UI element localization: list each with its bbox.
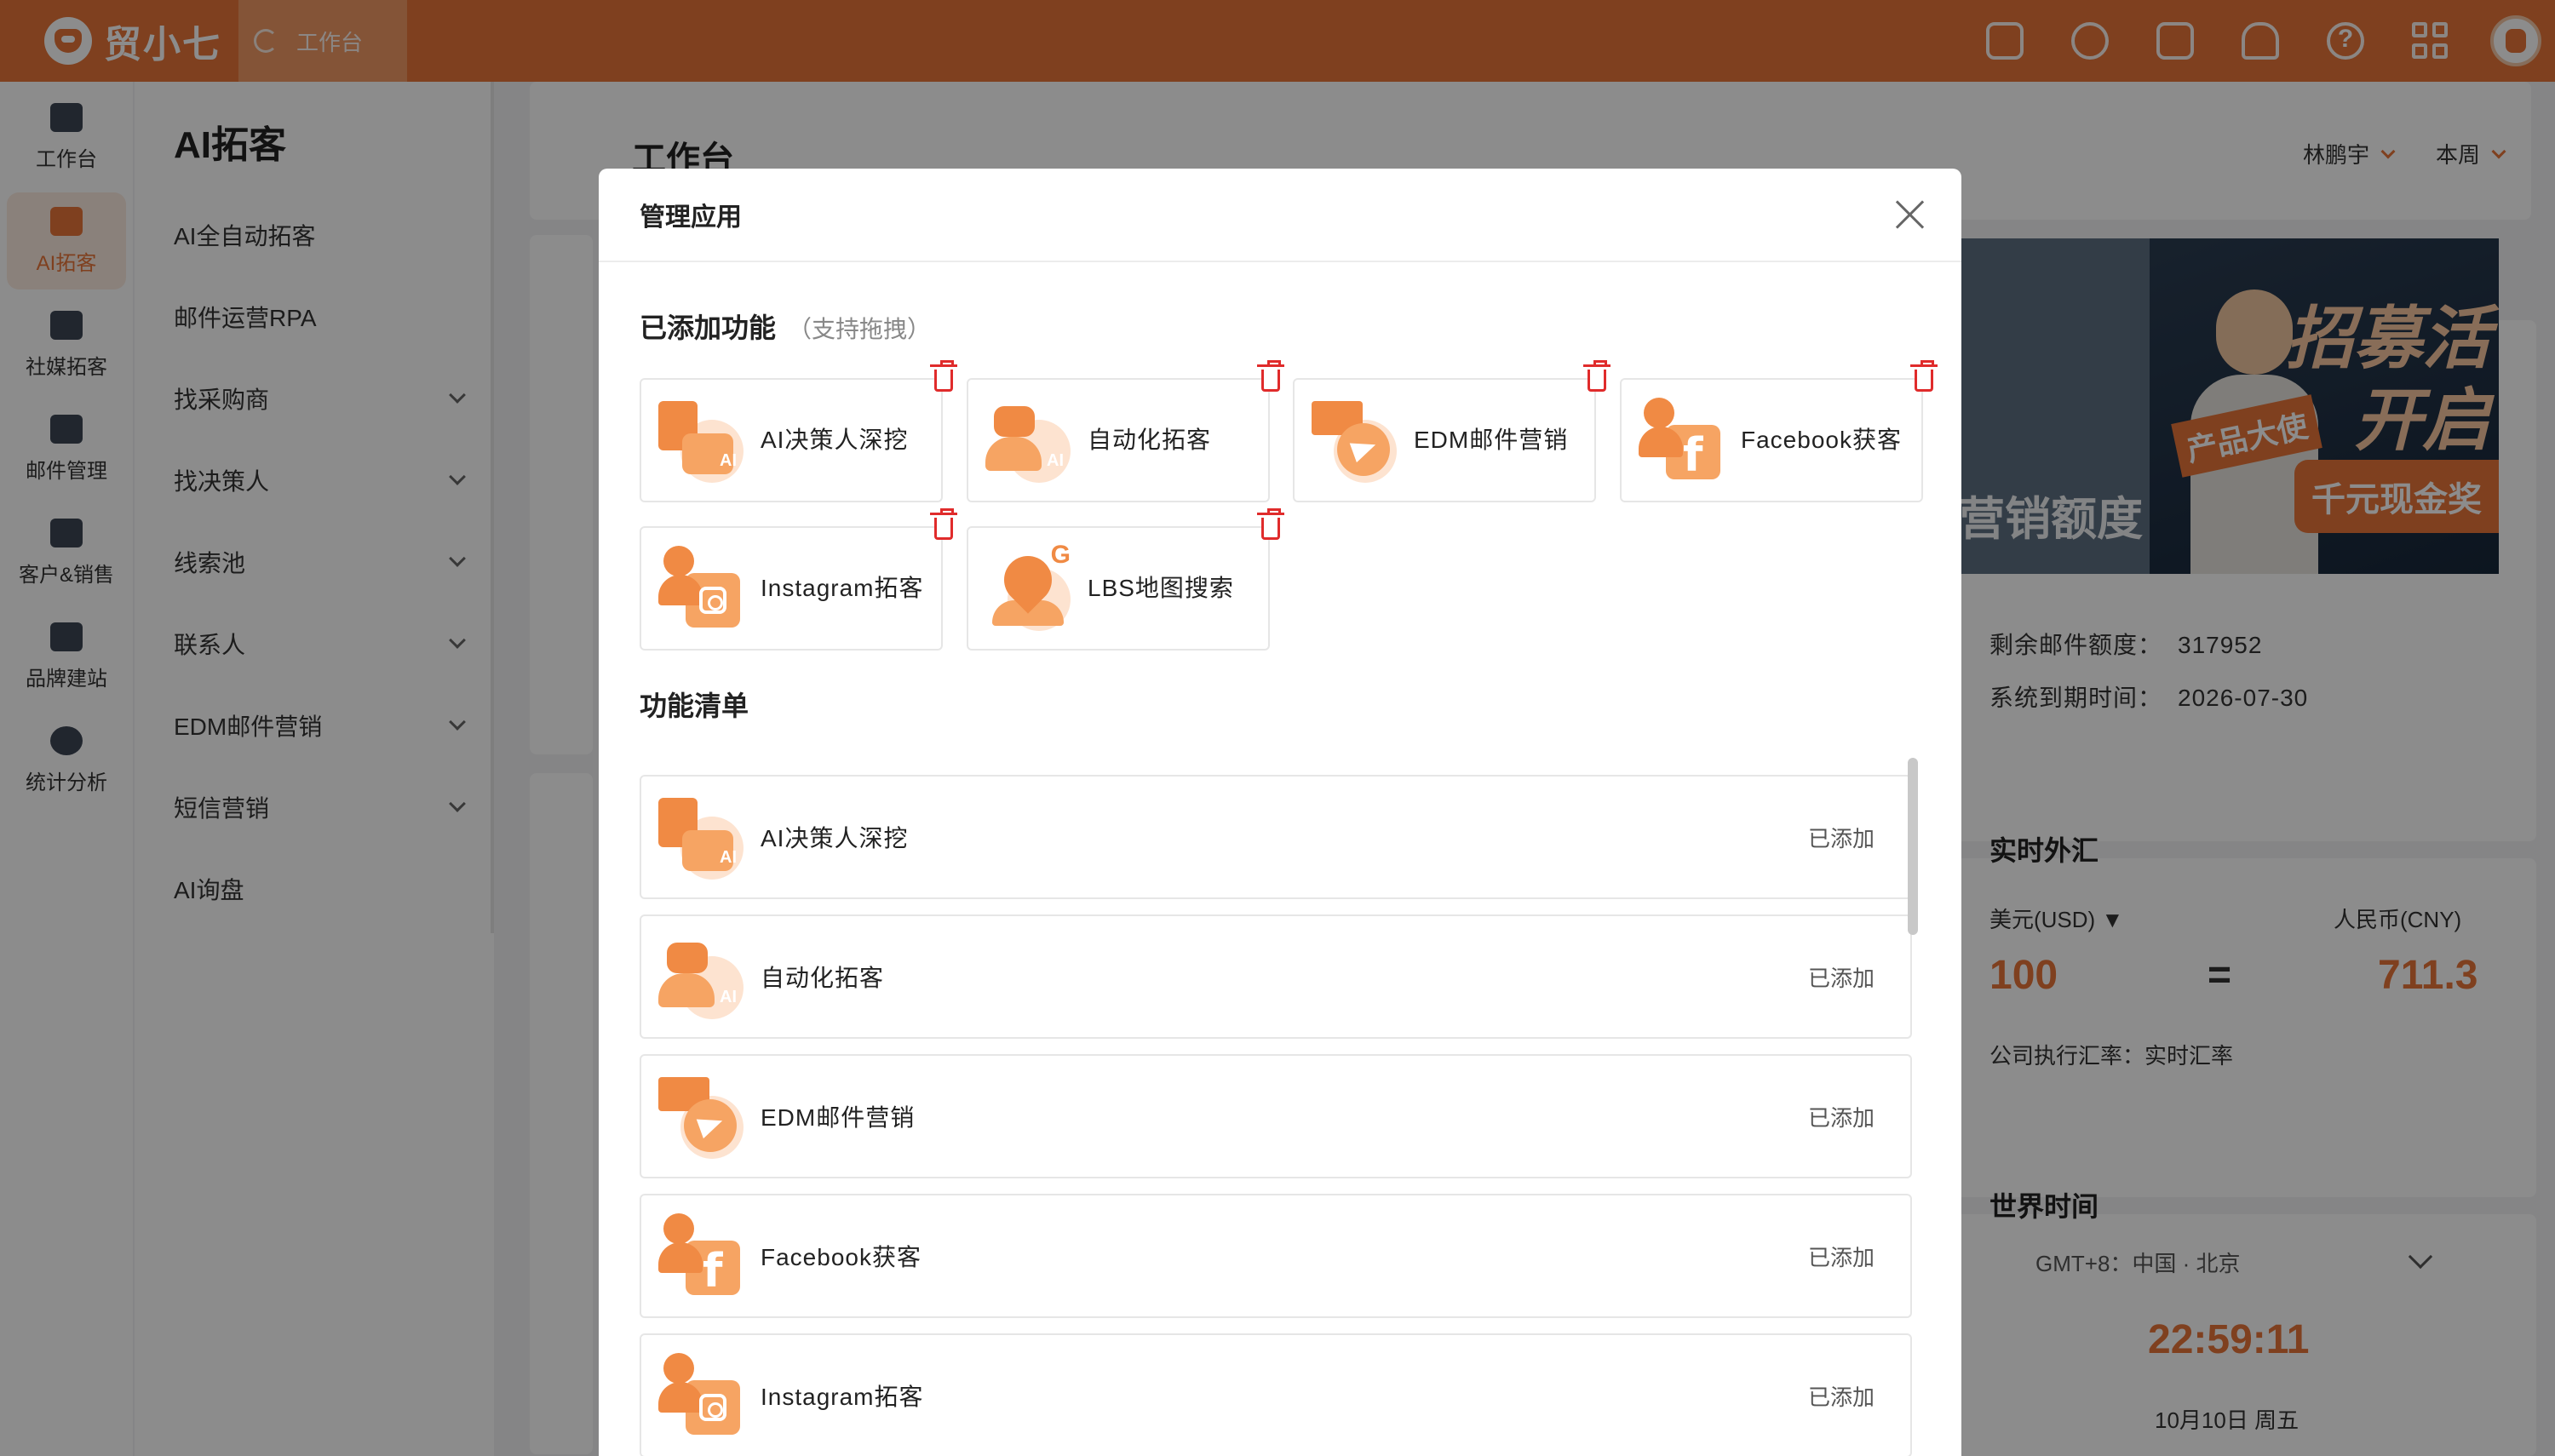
instagram-icon	[658, 546, 744, 631]
feature-row[interactable]: Instagram拓客 已添加	[640, 1333, 1912, 1456]
edm-mail-icon	[1312, 398, 1397, 483]
added-app-tile[interactable]: G LBS地图搜索	[967, 508, 1284, 651]
delete-icon[interactable]	[1257, 508, 1284, 540]
added-section-title: 已添加功能 （支持拖拽）	[640, 312, 932, 343]
added-status: 已添加	[1807, 825, 1875, 851]
feature-list: AI AI决策人深挖 已添加 AI 自动化拓客 已添加 EDM邮件营销 已添加 …	[640, 775, 1912, 1456]
feature-row[interactable]: f Facebook获客 已添加	[640, 1194, 1912, 1318]
feature-label: AI决策人深挖	[761, 825, 909, 851]
feature-label: Instagram拓客	[761, 1384, 924, 1410]
ai-robot-icon: AI	[985, 398, 1071, 483]
feature-label: 自动化拓客	[761, 965, 885, 991]
feature-label: EDM邮件营销	[761, 1104, 916, 1131]
tile-label: EDM邮件营销	[1414, 427, 1569, 453]
dialog-header: 管理应用	[599, 169, 1961, 262]
tile-label: LBS地图搜索	[1088, 575, 1234, 601]
facebook-icon: f	[1639, 398, 1724, 483]
drag-hint: （支持拖拽）	[788, 316, 932, 342]
added-status: 已添加	[1807, 1104, 1875, 1131]
delete-icon[interactable]	[1910, 360, 1938, 392]
added-app-tile[interactable]: AI AI决策人深挖	[640, 360, 957, 502]
delete-icon[interactable]	[1583, 360, 1611, 392]
feature-row[interactable]: AI AI决策人深挖 已添加	[640, 775, 1912, 899]
manage-apps-dialog: 管理应用 已添加功能 （支持拖拽） AI AI决策人深挖 AI 自动化拓客 EDM…	[599, 169, 1961, 1456]
delete-icon[interactable]	[930, 360, 957, 392]
facebook-icon: f	[658, 1213, 744, 1298]
dialog-title: 管理应用	[640, 203, 742, 232]
tile-label: AI决策人深挖	[761, 427, 909, 453]
tile-label: Instagram拓客	[761, 575, 924, 601]
feature-row[interactable]: AI 自动化拓客 已添加	[640, 914, 1912, 1039]
close-icon[interactable]	[1893, 198, 1927, 232]
edm-mail-icon	[658, 1074, 744, 1159]
feature-row[interactable]: EDM邮件营销 已添加	[640, 1054, 1912, 1178]
tile-label: Facebook获客	[1741, 427, 1902, 453]
scrollbar-thumb[interactable]	[1908, 758, 1918, 935]
feature-label: Facebook获客	[761, 1244, 922, 1270]
added-status: 已添加	[1807, 1384, 1875, 1410]
delete-icon[interactable]	[930, 508, 957, 540]
ai-decision-icon: AI	[658, 398, 744, 483]
tile-label: 自动化拓客	[1088, 427, 1212, 453]
added-status: 已添加	[1807, 1244, 1875, 1270]
ai-robot-icon: AI	[658, 934, 744, 1019]
delete-icon[interactable]	[1257, 360, 1284, 392]
map-pin-icon: G	[985, 541, 1071, 631]
ai-decision-icon: AI	[658, 794, 744, 880]
added-app-tile[interactable]: Instagram拓客	[640, 508, 957, 651]
added-app-tile[interactable]: f Facebook获客	[1620, 360, 1938, 502]
added-status: 已添加	[1807, 965, 1875, 991]
feature-list-title: 功能清单	[640, 691, 749, 721]
added-app-tile[interactable]: EDM邮件营销	[1293, 360, 1611, 502]
added-app-tile[interactable]: AI 自动化拓客	[967, 360, 1284, 502]
instagram-icon	[658, 1353, 744, 1438]
